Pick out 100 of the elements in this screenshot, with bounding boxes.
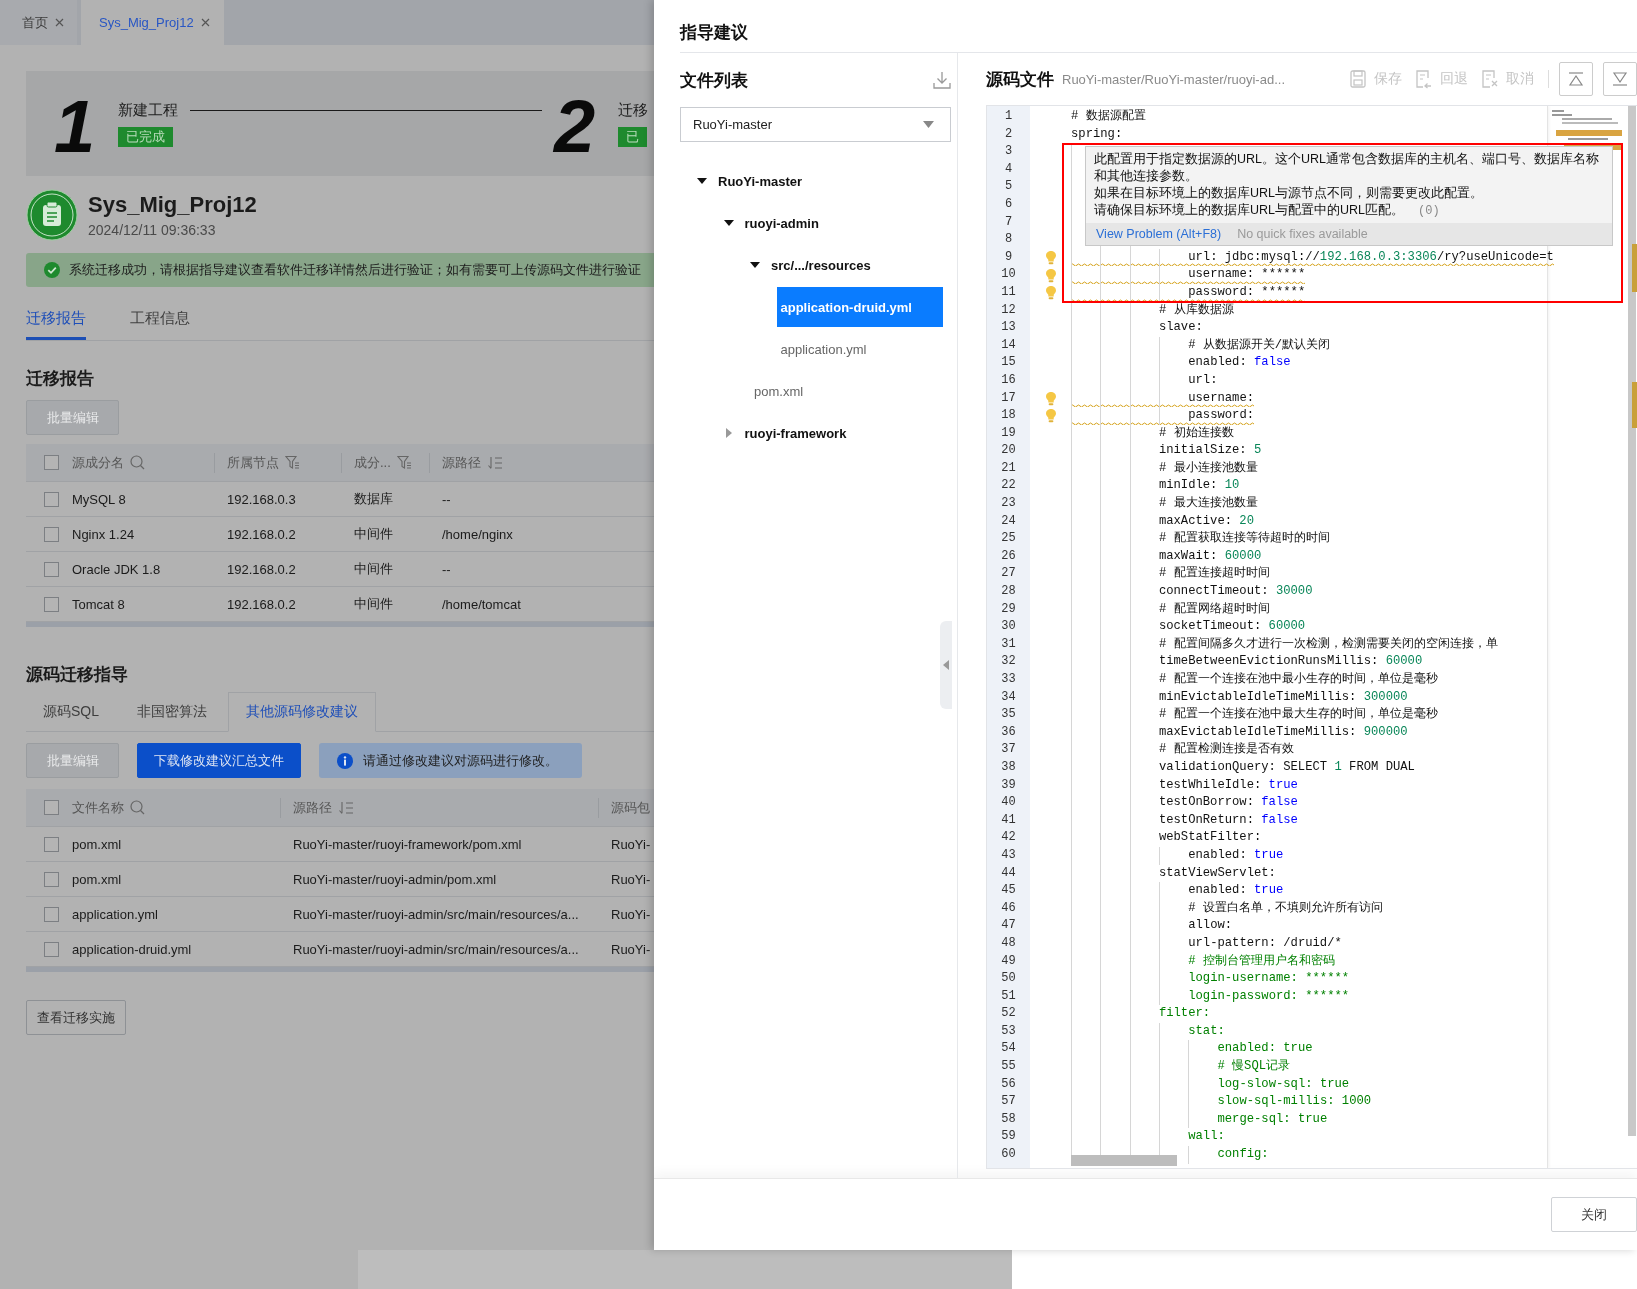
search-icon[interactable] [130, 455, 145, 470]
code-line: # 从库数据源 [1158, 301, 1234, 319]
code-line: enabled: true [1217, 1040, 1313, 1058]
tree-item[interactable]: application-druid.yml [776, 287, 943, 327]
lightbulb-icon[interactable] [1044, 250, 1057, 266]
lightbulb-icon[interactable] [1044, 267, 1057, 283]
clipboard-icon [26, 189, 78, 241]
view-problem-link[interactable]: View Problem (Alt+F8) [1096, 227, 1222, 241]
table-cell: 中间件 [354, 595, 393, 613]
project-select[interactable]: RuoYi-master [680, 107, 951, 142]
check-circle-icon [44, 262, 60, 278]
code-line: login-password: ****** [1188, 987, 1350, 1005]
project-time: 2024/12/11 09:36:33 [88, 222, 217, 238]
cancel-icon [1482, 69, 1498, 89]
code-line: spring: [1071, 125, 1123, 143]
download-button[interactable]: 下载修改建议汇总文件 [137, 743, 301, 778]
tree-item[interactable]: src/.../resources [771, 257, 871, 273]
close-button[interactable]: 关闭 [1551, 1197, 1637, 1232]
column-header: 文件名称 [72, 798, 124, 817]
message-text: 如果在目标环境上的数据库URL与源节点不同，则需要更改此配置。 [1094, 186, 1483, 200]
checkbox[interactable] [44, 526, 59, 542]
code-line: testWhileIdle: true [1158, 776, 1298, 794]
table-cell: RuoYi-master/ruoyi-admin/src/main/resources/a... [293, 941, 579, 957]
view-implementation-button[interactable]: 查看迁移实施 [26, 1000, 126, 1035]
code-line: # 配置检测连接是否有效 [1158, 741, 1294, 759]
lightbulb-icon[interactable] [1044, 408, 1057, 424]
lightbulb-icon[interactable] [1044, 390, 1057, 406]
collapse-all-button[interactable] [1559, 62, 1593, 96]
sort-icon[interactable] [487, 455, 503, 470]
table-cell: 中间件 [354, 525, 393, 543]
file-path: RuoYi-master/RuoYi-master/ruoyi-ad... [1062, 71, 1285, 87]
table-cell: RuoYi- [611, 836, 651, 852]
checkbox[interactable] [44, 455, 59, 470]
code-line: maxEvictableIdleTimeMillis: 900000 [1158, 723, 1408, 741]
code-line: # 配置获取连接等待超时的时间 [1158, 530, 1330, 548]
column-header: 源路径 [293, 798, 332, 817]
code-line: socketTimeout: 60000 [1158, 618, 1306, 636]
table-cell: 中间件 [354, 560, 393, 578]
checkbox[interactable] [44, 596, 59, 612]
table-cell: -- [442, 561, 451, 577]
checkbox[interactable] [44, 871, 59, 887]
filter-icon[interactable] [285, 455, 300, 470]
close-icon[interactable] [200, 18, 210, 27]
filter-icon[interactable] [396, 455, 412, 470]
tree-item[interactable]: pom.xml [750, 371, 808, 411]
tree-item[interactable]: RuoYi-master [718, 173, 803, 189]
table-cell: pom.xml [72, 871, 122, 887]
code-line: initialSize: 5 [1158, 442, 1262, 460]
tab[interactable]: 源码SQL [26, 693, 116, 731]
checkbox[interactable] [44, 491, 59, 507]
download-icon[interactable] [933, 71, 951, 89]
problem-count: (0) [1418, 204, 1440, 218]
code-line: slave: [1158, 319, 1203, 337]
checkbox[interactable] [44, 941, 59, 957]
view-tab[interactable]: 迁移报告 [26, 305, 86, 340]
table-cell: -- [442, 491, 451, 507]
lightbulb-icon[interactable] [1044, 285, 1057, 301]
collapse-icon [1568, 72, 1584, 86]
tree-item[interactable]: application.yml [776, 329, 871, 369]
view-tab[interactable]: 工程信息 [130, 305, 190, 340]
column-header: 源码包 [611, 798, 650, 817]
step-number: 2 [554, 89, 597, 164]
code-line: # 配置网络超时时间 [1158, 600, 1270, 618]
drawer-title: 指导建议 [680, 21, 748, 44]
checkbox[interactable] [44, 800, 59, 815]
checkbox[interactable] [44, 561, 59, 577]
code-line: # 配置连接超时时间 [1158, 565, 1270, 583]
code-line: connectTimeout: 30000 [1158, 583, 1313, 601]
column-header: 源成分名 [72, 453, 124, 472]
caret-icon[interactable] [697, 176, 707, 186]
caret-icon[interactable] [723, 218, 734, 228]
checkbox[interactable] [44, 836, 59, 852]
close-icon[interactable] [55, 18, 64, 27]
caret-icon[interactable] [750, 260, 760, 270]
code-line: enabled: true [1188, 846, 1284, 864]
section-title: 源码迁移指导 [26, 664, 129, 686]
step-title: 新建工程 [118, 100, 178, 120]
tab[interactable]: 非国密算法 [120, 693, 224, 731]
page-tab[interactable]: Sys_Mig_Proj12 [81, 0, 224, 45]
tab[interactable]: 其他源码修改建议 [228, 692, 376, 732]
table-cell: 192.168.0.2 [227, 526, 296, 542]
column-header: 成分... [354, 453, 391, 472]
page-tab[interactable]: 首页 [0, 0, 77, 45]
table-cell: RuoYi- [611, 906, 651, 922]
checkbox[interactable] [44, 906, 59, 922]
status-badge: 已 [618, 126, 647, 147]
expand-all-button[interactable] [1603, 62, 1637, 96]
table-cell: Tomcat 8 [72, 596, 125, 612]
tree-item[interactable]: ruoyi-admin [744, 215, 819, 231]
collapse-handle[interactable] [940, 621, 952, 709]
message-text: 请确保目标环境上的数据库URL与配置中的URL匹配。 [1094, 203, 1404, 217]
code-line: # 数据源配置 [1071, 108, 1146, 125]
scrollbar[interactable] [1071, 1155, 1177, 1166]
code-line: allow: [1188, 917, 1233, 935]
info-icon [337, 752, 353, 769]
sort-icon[interactable] [338, 800, 354, 815]
search-icon[interactable] [130, 800, 145, 815]
table-cell: 192.168.0.2 [227, 561, 296, 577]
tree-item[interactable]: ruoyi-framework [744, 425, 847, 441]
code-line: url-pattern: /druid/* [1188, 934, 1342, 952]
